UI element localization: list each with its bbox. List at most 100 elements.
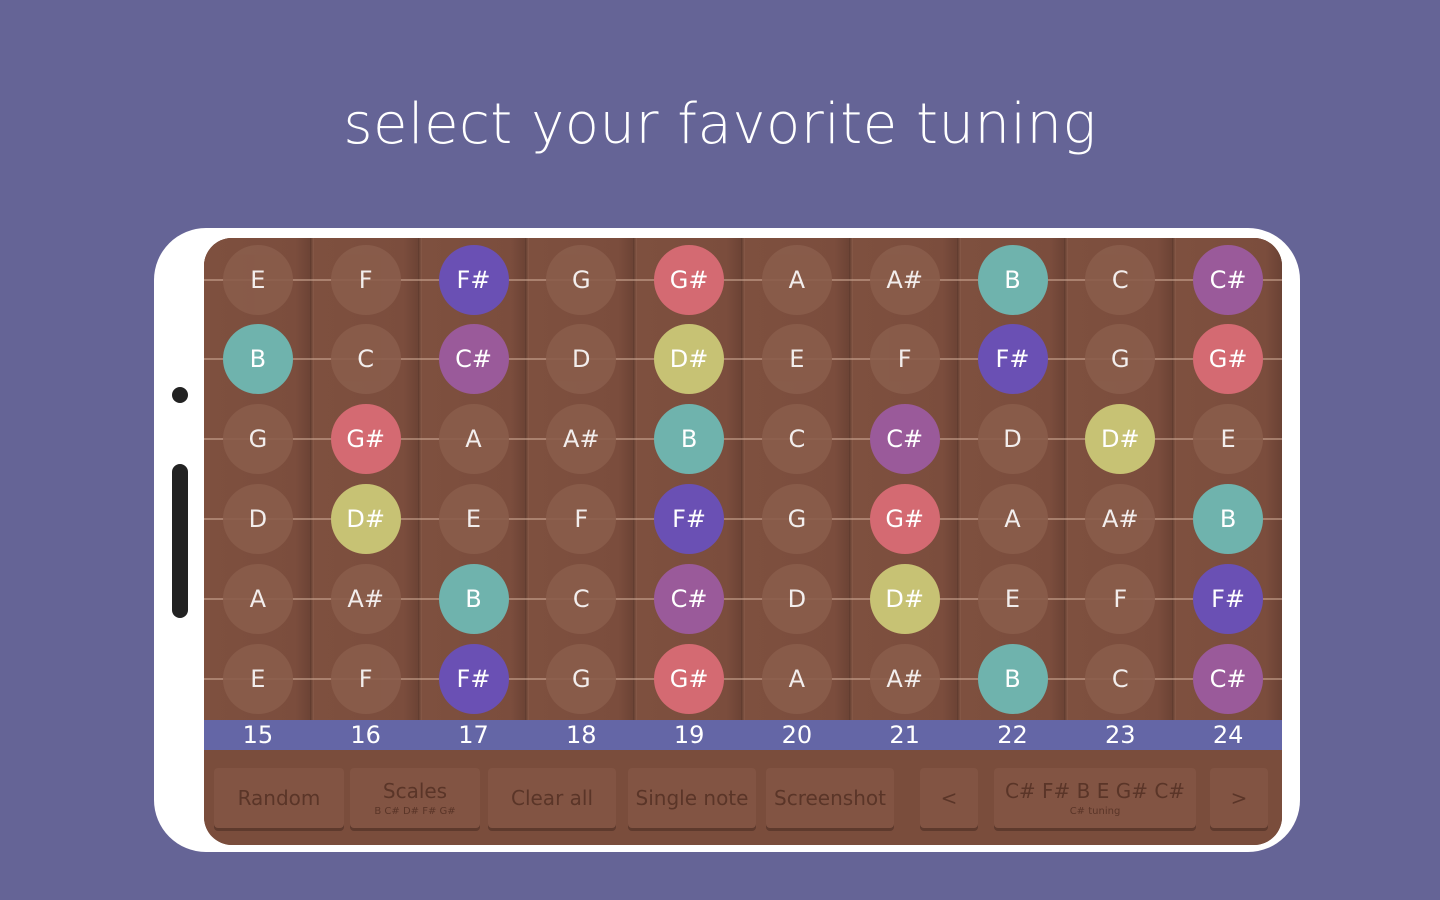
note-marker[interactable]: G (761, 484, 832, 554)
fret-wire (741, 238, 745, 720)
note-marker[interactable]: C (330, 324, 401, 394)
note-marker[interactable]: F (330, 644, 401, 714)
single-note-label: Single note (635, 786, 749, 810)
note-marker[interactable]: D (222, 484, 293, 554)
note-marker[interactable]: D (546, 324, 617, 394)
fret-wire (309, 238, 314, 720)
highlighted-note[interactable]: C# (869, 404, 940, 474)
fret-number: 19 (673, 721, 705, 749)
fret-number: 15 (242, 721, 274, 749)
fret-wire (633, 238, 638, 720)
fret-number: 17 (458, 721, 489, 749)
note-marker[interactable]: F (869, 324, 940, 394)
highlighted-note[interactable]: D# (330, 484, 401, 554)
fret-wire (1064, 238, 1069, 720)
note-marker[interactable]: A# (546, 404, 617, 474)
fret-number: 22 (997, 721, 1028, 749)
highlighted-note[interactable]: C# (438, 324, 509, 394)
tuning-name: C# tuning (1069, 806, 1121, 817)
random-button[interactable]: Random (214, 768, 344, 828)
highlighted-note[interactable]: D# (654, 324, 725, 394)
note-marker[interactable]: A# (1085, 484, 1156, 554)
highlighted-note[interactable]: D# (869, 564, 940, 634)
highlighted-note[interactable]: F# (438, 644, 509, 714)
headline: select your favorite tuning (343, 92, 1097, 157)
note-marker[interactable]: A# (330, 564, 401, 634)
note-marker[interactable]: C (761, 404, 832, 474)
highlighted-note[interactable]: G# (654, 644, 725, 714)
fret-wire (956, 238, 961, 720)
fretboard: E F F# G G# A A# B C C# B C C# D D# E F F# G G# G G# A A# B C C# D D… (204, 238, 1282, 720)
note-marker[interactable]: F (546, 484, 617, 554)
app-screen: E F F# G G# A A# B C C# B C C# D D# E F F# G G# G G# A A# B C C# D D… (204, 238, 1282, 845)
fret-number: 21 (889, 721, 920, 749)
highlighted-note[interactable]: G# (654, 245, 725, 315)
note-marker[interactable]: F (1085, 564, 1156, 634)
note-marker[interactable]: E (222, 245, 293, 315)
highlighted-note[interactable]: G# (1193, 324, 1264, 394)
note-marker[interactable]: E (438, 484, 509, 554)
next-tuning-button[interactable]: > (1210, 768, 1268, 828)
highlighted-note[interactable]: B (222, 324, 293, 394)
highlighted-note[interactable]: C# (654, 564, 725, 634)
note-marker[interactable]: C (1085, 245, 1156, 315)
note-marker[interactable]: A (977, 484, 1048, 554)
prev-arrow-icon: < (940, 786, 958, 810)
fret-number: 20 (781, 721, 813, 749)
note-marker[interactable]: A# (869, 644, 940, 714)
highlighted-note[interactable]: B (977, 245, 1048, 315)
note-marker[interactable]: F (330, 245, 401, 315)
highlighted-note[interactable]: F# (654, 484, 725, 554)
single-note-button[interactable]: Single note (628, 768, 756, 828)
highlighted-note[interactable]: B (1193, 484, 1264, 554)
next-arrow-icon: > (1230, 786, 1248, 810)
note-marker[interactable]: D (761, 564, 832, 634)
note-marker[interactable]: D (977, 404, 1048, 474)
highlighted-note[interactable]: B (977, 644, 1048, 714)
note-marker[interactable]: G (546, 644, 617, 714)
fret-wire (848, 238, 853, 720)
random-button-label: Random (237, 786, 321, 810)
fret-wire (417, 238, 422, 720)
scales-button-label: Scales (382, 779, 448, 803)
note-marker[interactable]: C (546, 564, 617, 634)
note-marker[interactable]: G (1085, 324, 1156, 394)
screenshot-button[interactable]: Screenshot (766, 768, 894, 828)
note-marker[interactable]: C (1085, 644, 1156, 714)
tuning-selector[interactable]: C# F# B E G# C# C# tuning (994, 768, 1196, 828)
fret-number: 18 (566, 721, 597, 749)
phone-side-button (172, 464, 188, 618)
note-marker[interactable]: E (761, 324, 832, 394)
highlighted-note[interactable]: F# (977, 324, 1048, 394)
screenshot-label: Screenshot (774, 786, 886, 810)
note-marker[interactable]: G (222, 404, 293, 474)
highlighted-note[interactable]: B (654, 404, 725, 474)
camera-dot (172, 387, 188, 403)
highlighted-note[interactable]: C# (1193, 644, 1264, 714)
fret-number: 24 (1212, 721, 1244, 749)
fret-wire (525, 238, 530, 720)
note-marker[interactable]: A (438, 404, 509, 474)
note-marker[interactable]: G (546, 245, 617, 315)
highlighted-note[interactable]: F# (1193, 564, 1264, 634)
note-marker[interactable]: E (1193, 404, 1264, 474)
highlighted-note[interactable]: C# (1193, 245, 1264, 315)
note-marker[interactable]: A (761, 245, 832, 315)
highlighted-note[interactable]: B (438, 564, 509, 634)
highlighted-note[interactable]: F# (438, 245, 509, 315)
fret-number: 16 (350, 721, 381, 749)
note-marker[interactable]: E (222, 644, 293, 714)
note-marker[interactable]: A (222, 564, 293, 634)
highlighted-note[interactable]: D# (1085, 404, 1156, 474)
scales-button-sublabel: B C# D# F# G# (374, 806, 456, 817)
note-marker[interactable]: A (761, 644, 832, 714)
scales-button[interactable]: Scales B C# D# F# G# (350, 768, 480, 828)
highlighted-note[interactable]: G# (330, 404, 401, 474)
fret-wire (1172, 238, 1177, 720)
note-marker[interactable]: E (977, 564, 1048, 634)
highlighted-note[interactable]: G# (869, 484, 940, 554)
note-marker[interactable]: A# (869, 245, 940, 315)
fret-number: 23 (1105, 721, 1136, 749)
prev-tuning-button[interactable]: < (920, 768, 978, 828)
clear-all-button[interactable]: Clear all (488, 768, 616, 828)
